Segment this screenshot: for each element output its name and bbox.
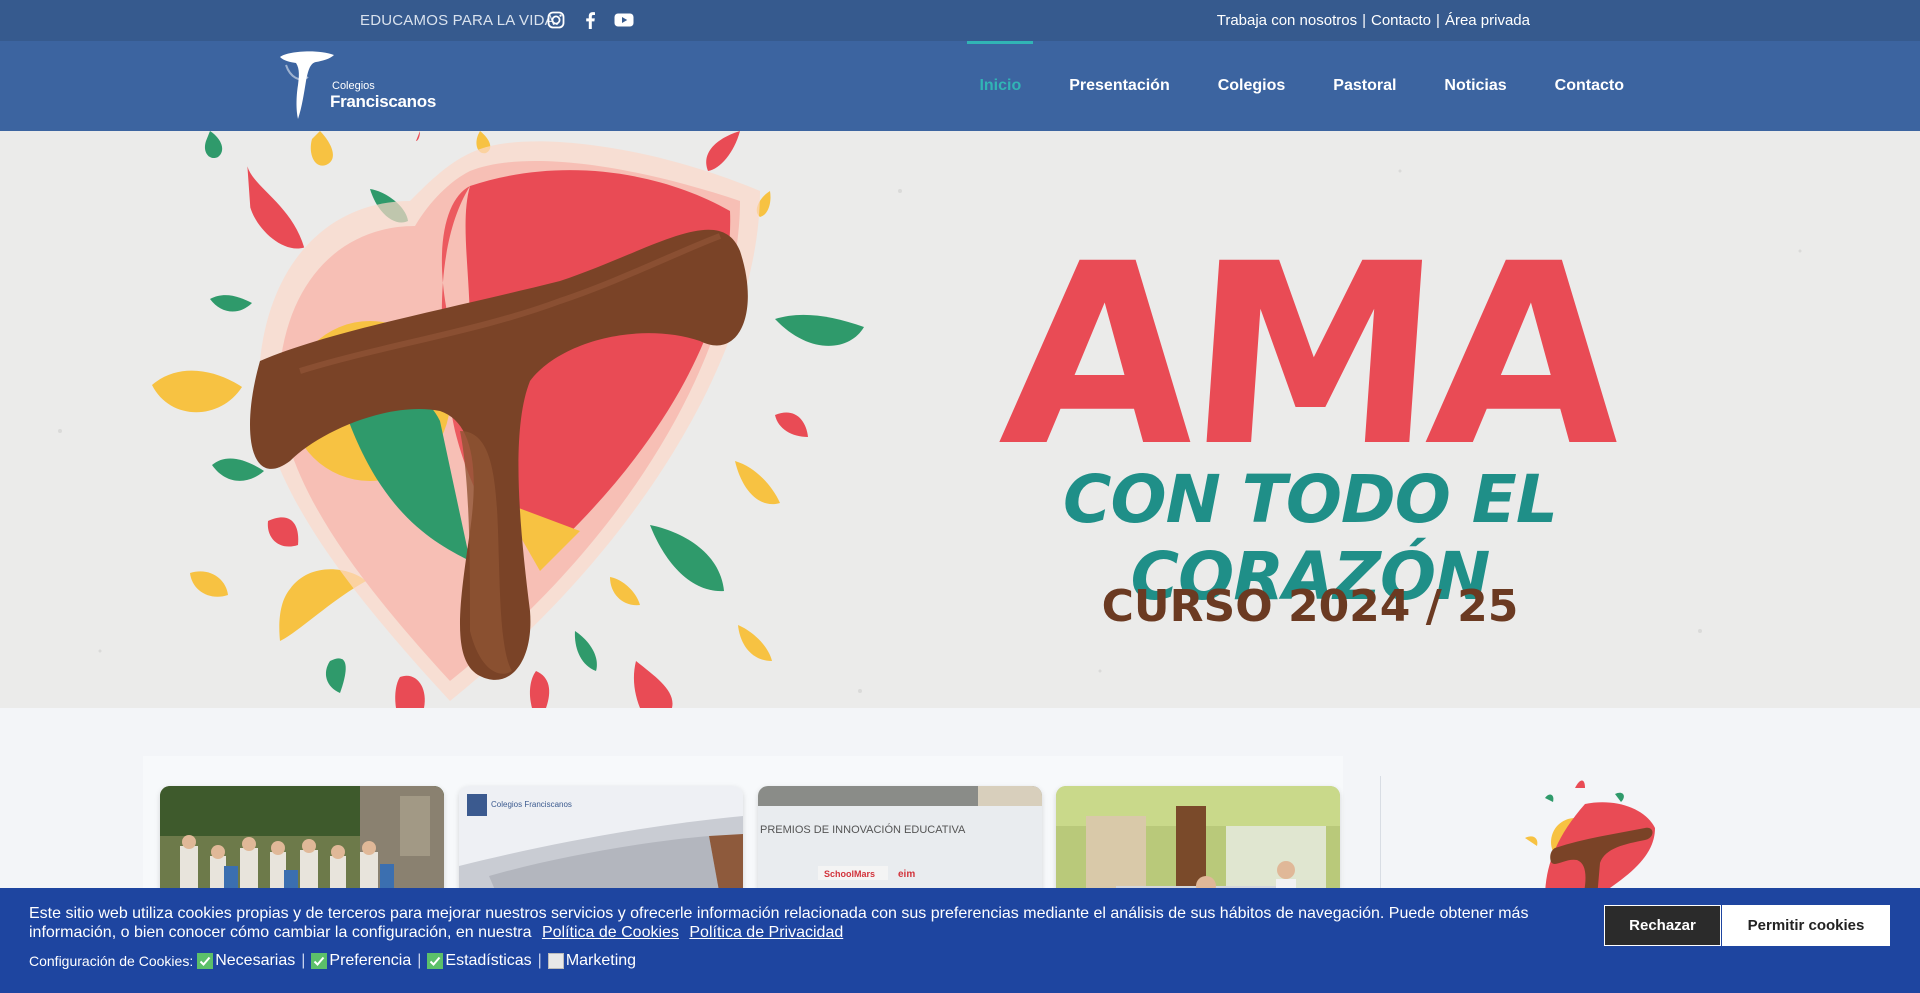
site-logo[interactable]: Colegios Franciscanos [278, 47, 438, 123]
logo-line1: Colegios [332, 80, 375, 92]
option-label: Necesarias [215, 952, 296, 969]
link-area-privada[interactable]: Área privada [1445, 12, 1530, 29]
nav-pastoral[interactable]: Pastoral [1309, 41, 1420, 131]
option-label: Marketing [565, 952, 637, 969]
tagline: EDUCAMOS PARA LA VIDA. [360, 12, 560, 29]
facebook-icon[interactable] [579, 9, 601, 31]
nav-colegios[interactable]: Colegios [1194, 41, 1310, 131]
svg-text:SchoolMars: SchoolMars [824, 869, 875, 879]
main-menu: Inicio Presentación Colegios Pastoral No… [955, 41, 1648, 131]
card-caption: PREMIOS DE INNOVACIÓN EDUCATIVA [760, 824, 966, 836]
checkbox-checked-icon[interactable] [311, 953, 328, 969]
cookie-option-estadisticas[interactable]: Estadísticas [427, 952, 532, 970]
separator: | [1436, 12, 1440, 29]
youtube-icon[interactable] [613, 9, 635, 31]
nav-noticias[interactable]: Noticias [1420, 41, 1530, 131]
svg-text:eim: eim [898, 869, 915, 880]
option-label: Preferencia [329, 952, 412, 969]
nav-presentacion[interactable]: Presentación [1045, 41, 1193, 131]
main-navbar: Colegios Franciscanos Inicio Presentació… [0, 41, 1920, 131]
cookie-config-label: Configuración de Cookies: [29, 953, 194, 969]
cookie-option-necesarias[interactable]: Necesarias [197, 952, 295, 970]
cookie-message: Este sitio web utiliza cookies propias y… [29, 904, 1569, 942]
side-heart-logo [1500, 778, 1680, 898]
cookie-banner: Este sitio web utiliza cookies propias y… [0, 888, 1920, 993]
reject-cookies-button[interactable]: Rechazar [1604, 905, 1721, 946]
checkbox-checked-icon[interactable] [197, 953, 214, 969]
checkbox-unchecked-icon[interactable] [547, 953, 564, 969]
privacy-policy-link[interactable]: Política de Privacidad [689, 924, 843, 941]
checkbox-checked-icon[interactable] [427, 953, 444, 969]
hero-course: CURSO 2024 / 25 [1101, 581, 1519, 632]
hero-headline: AMA [993, 210, 1627, 501]
separator: | [301, 952, 306, 969]
cookie-config: Configuración de Cookies: Necesarias | P… [29, 952, 636, 970]
top-bar: EDUCAMOS PARA LA VIDA. Trabaja con nosot… [0, 0, 1920, 41]
cookie-option-marketing[interactable]: Marketing [547, 952, 637, 970]
card-caption: Colegios Franciscanos [491, 800, 572, 809]
allow-cookies-button[interactable]: Permitir cookies [1722, 905, 1890, 946]
option-label: Estadísticas [445, 952, 532, 969]
cookie-option-preferencia[interactable]: Preferencia [311, 952, 411, 970]
link-trabaja[interactable]: Trabaja con nosotros [1217, 12, 1357, 29]
instagram-icon[interactable] [545, 9, 567, 31]
hero-banner[interactable]: AMA CON TODO EL CORAZÓN CURSO 2024 / 25 [0, 131, 1920, 708]
separator: | [417, 952, 422, 969]
social-links [545, 9, 635, 31]
tau-logo-icon [280, 51, 334, 119]
logo-line2: Franciscanos [330, 92, 437, 111]
cookie-policy-link[interactable]: Política de Cookies [542, 924, 679, 941]
nav-contacto[interactable]: Contacto [1531, 41, 1648, 131]
separator: | [1362, 12, 1366, 29]
nav-inicio[interactable]: Inicio [955, 41, 1045, 131]
top-links: Trabaja con nosotros | Contacto | Área p… [1217, 12, 1530, 29]
separator: | [537, 952, 542, 969]
link-contacto-top[interactable]: Contacto [1371, 12, 1431, 29]
